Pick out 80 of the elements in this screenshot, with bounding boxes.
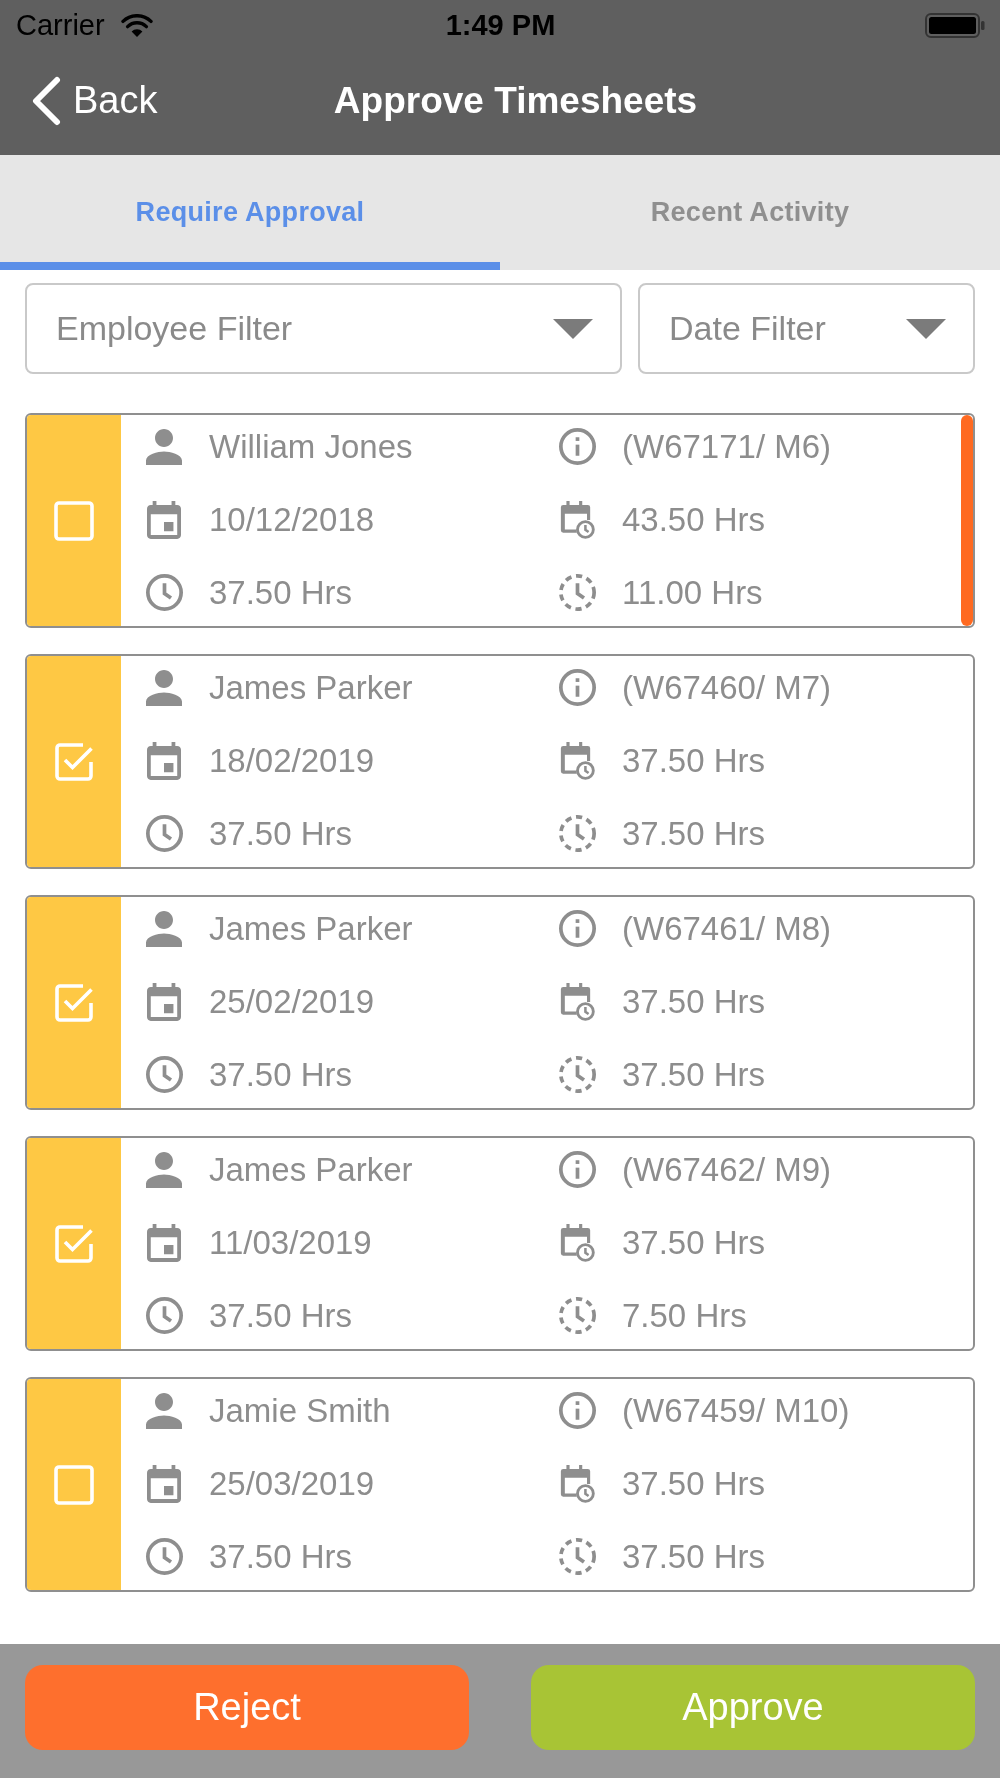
checkbox[interactable] bbox=[53, 981, 95, 1024]
info-icon bbox=[558, 669, 596, 706]
calendar-clock-icon bbox=[559, 1464, 595, 1503]
battery-icon bbox=[925, 12, 985, 38]
date-text: 10/12/2018 bbox=[209, 500, 375, 539]
hours-text: 37.50 Hrs bbox=[622, 1223, 766, 1262]
dashed-clock-icon bbox=[558, 815, 596, 852]
filter-dropdown[interactable]: Date Filter bbox=[638, 283, 975, 374]
page-title: Approve Timesheets bbox=[333, 79, 698, 122]
info-icon bbox=[558, 428, 596, 465]
dashed-clock-icon bbox=[558, 574, 596, 611]
reference-code: (W67460/ M7) bbox=[622, 668, 832, 707]
dashed-clock-icon bbox=[558, 1538, 596, 1575]
hours-text: 37.50 Hrs bbox=[209, 573, 353, 612]
reference-code: (W67459/ M10) bbox=[622, 1391, 850, 1430]
approve-button[interactable]: Approve bbox=[531, 1665, 975, 1750]
reject-button[interactable]: Reject bbox=[25, 1665, 469, 1750]
dashed-clock-icon bbox=[558, 1297, 596, 1334]
carrier-name: Carrier bbox=[16, 8, 105, 42]
date-text: 11/03/2019 bbox=[209, 1223, 372, 1262]
hours-text: 37.50 Hrs bbox=[622, 982, 766, 1021]
calendar-clock-icon bbox=[559, 500, 595, 539]
hours-text: 37.50 Hrs bbox=[622, 1537, 766, 1576]
hours-text: 37.50 Hrs bbox=[209, 1537, 353, 1576]
filter-dropdown[interactable]: Employee Filter bbox=[25, 283, 622, 374]
person-icon bbox=[146, 669, 182, 706]
dashed-clock-icon bbox=[558, 1056, 596, 1093]
reference-code: (W67461/ M8) bbox=[622, 909, 832, 948]
calendar-icon bbox=[147, 982, 181, 1021]
clock-icon bbox=[145, 574, 183, 611]
clock-icon bbox=[145, 1297, 183, 1334]
clock-time: 1:49 PM bbox=[445, 8, 556, 42]
person-icon bbox=[146, 1151, 182, 1188]
reference-code: (W67171/ M6) bbox=[622, 427, 832, 466]
hours-text: 11.00 Hrs bbox=[622, 573, 763, 612]
date-text: 25/03/2019 bbox=[209, 1464, 375, 1503]
tab[interactable]: Recent Activity bbox=[500, 155, 1000, 270]
date-text: 25/02/2019 bbox=[209, 982, 375, 1021]
employee-name: James Parker bbox=[209, 909, 413, 948]
clock-icon bbox=[145, 1538, 183, 1575]
hours-text: 37.50 Hrs bbox=[209, 1055, 353, 1094]
hours-text: 37.50 Hrs bbox=[622, 814, 766, 853]
checkbox[interactable] bbox=[53, 740, 95, 783]
person-icon bbox=[146, 910, 182, 947]
hours-text: 37.50 Hrs bbox=[209, 1296, 353, 1335]
calendar-clock-icon bbox=[559, 1223, 595, 1262]
clock-icon bbox=[145, 815, 183, 852]
checkbox[interactable] bbox=[53, 499, 95, 542]
hours-text: 37.50 Hrs bbox=[209, 814, 353, 853]
info-icon bbox=[558, 1151, 596, 1188]
employee-name: William Jones bbox=[209, 427, 413, 466]
employee-name: James Parker bbox=[209, 668, 413, 707]
calendar-icon bbox=[147, 1464, 181, 1503]
person-icon bbox=[146, 428, 182, 465]
hours-text: 37.50 Hrs bbox=[622, 1055, 766, 1094]
date-text: 18/02/2019 bbox=[209, 741, 375, 780]
calendar-clock-icon bbox=[559, 741, 595, 780]
hours-text: 43.50 Hrs bbox=[622, 500, 766, 539]
hours-text: 7.50 Hrs bbox=[622, 1296, 747, 1335]
wifi-icon bbox=[120, 13, 153, 37]
checkbox[interactable] bbox=[53, 1222, 95, 1265]
chevron-icon bbox=[31, 75, 61, 126]
calendar-icon bbox=[147, 500, 181, 539]
info-icon bbox=[558, 910, 596, 947]
calendar-icon bbox=[147, 741, 181, 780]
calendar-clock-icon bbox=[559, 982, 595, 1021]
person-icon bbox=[146, 1392, 182, 1429]
employee-name: James Parker bbox=[209, 1150, 413, 1189]
back-button[interactable]: Back bbox=[31, 75, 158, 126]
hours-text: 37.50 Hrs bbox=[622, 741, 766, 780]
info-icon bbox=[558, 1392, 596, 1429]
checkbox[interactable] bbox=[53, 1463, 95, 1506]
caret-icon bbox=[906, 318, 946, 339]
hours-text: 37.50 Hrs bbox=[622, 1464, 766, 1503]
employee-name: Jamie Smith bbox=[209, 1391, 391, 1430]
reference-code: (W67462/ M9) bbox=[622, 1150, 832, 1189]
calendar-icon bbox=[147, 1223, 181, 1262]
clock-icon bbox=[145, 1056, 183, 1093]
tab[interactable]: Require Approval bbox=[0, 155, 500, 270]
caret-icon bbox=[553, 318, 593, 339]
